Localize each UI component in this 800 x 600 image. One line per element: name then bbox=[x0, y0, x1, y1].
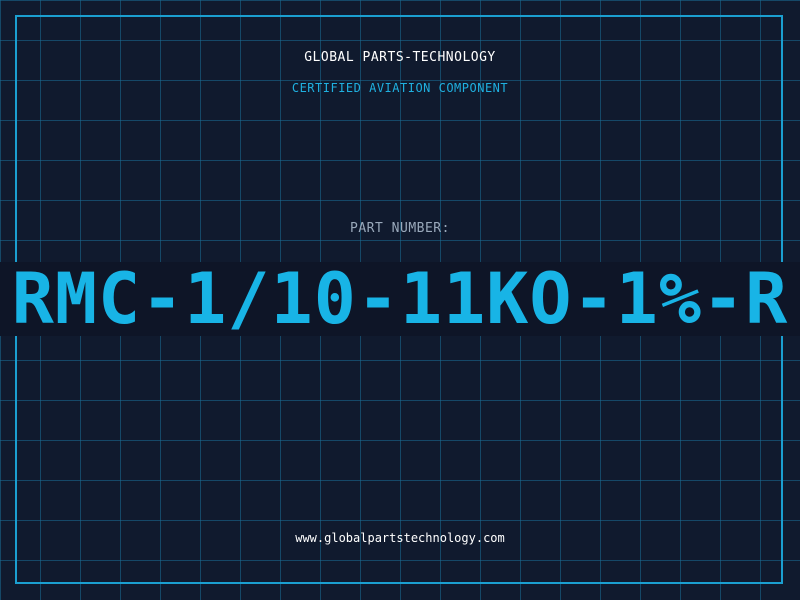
part-number: RMC-1/10-11KO-1%-R bbox=[11, 262, 789, 336]
tagline: CERTIFIED AVIATION COMPONENT bbox=[291, 81, 509, 95]
company-name: GLOBAL PARTS-TECHNOLOGY bbox=[304, 50, 496, 65]
website-link[interactable]: www.globalpartstechnology.com bbox=[0, 531, 800, 545]
part-number-band: RMC-1/10-11KO-1%-R bbox=[0, 262, 800, 336]
part-number-label: PART NUMBER: bbox=[350, 221, 450, 236]
